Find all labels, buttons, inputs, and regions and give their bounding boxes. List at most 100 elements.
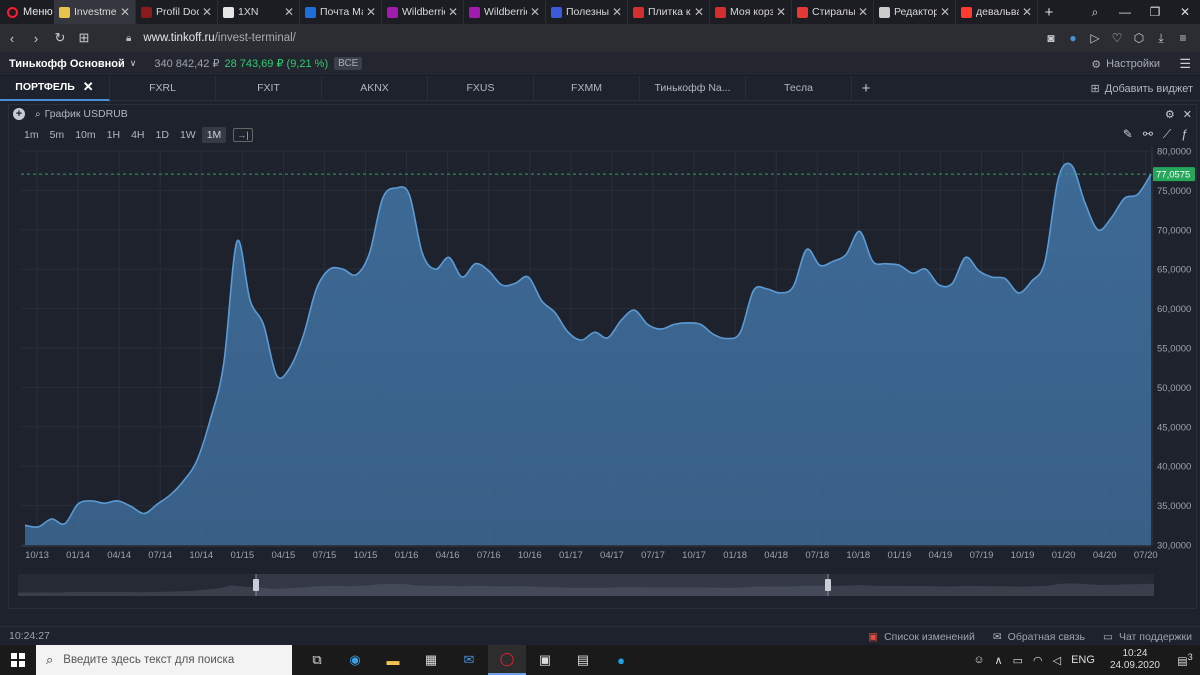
shield-icon[interactable]: ● xyxy=(1062,31,1084,45)
tab-favicon-icon xyxy=(797,6,808,18)
hamburger-menu-icon[interactable]: ☰ xyxy=(1179,52,1191,76)
browser-tab[interactable]: Investmen✕ xyxy=(54,0,136,24)
browser-tab[interactable]: Почта Ма ✕ xyxy=(300,0,382,24)
url-field[interactable]: 🔒︎ www.tinkoff.ru/invest-terminal/ xyxy=(126,32,296,44)
widget-tab[interactable]: AKNX xyxy=(322,75,428,101)
edge-icon[interactable]: ◉ xyxy=(336,645,374,675)
browser-tab[interactable]: Profil Doc ✕ xyxy=(136,0,218,24)
taskbar-clock[interactable]: 10:24 24.09.2020 xyxy=(1110,648,1160,672)
add-widget-icon: ⊞ xyxy=(1090,83,1100,95)
browser-tab-title: Моя корз xyxy=(730,6,773,18)
server-time: 10:24:27 xyxy=(9,630,50,642)
widget-tab[interactable]: FXIT xyxy=(216,75,322,101)
browser-tab[interactable]: Wildberrie ✕ xyxy=(464,0,546,24)
close-tab-icon[interactable]: ✕ xyxy=(366,5,376,19)
browser-tab-title: девальва xyxy=(976,6,1019,18)
x-tick-label: 07/19 xyxy=(970,550,994,561)
browser-tab[interactable]: Моя корз ✕ xyxy=(710,0,792,24)
people-icon[interactable]: ☺ xyxy=(973,654,984,666)
close-tab-icon[interactable]: ✕ xyxy=(940,5,950,19)
close-tab-icon[interactable]: ✕ xyxy=(83,79,94,95)
close-tab-icon[interactable]: ✕ xyxy=(776,5,786,19)
volume-icon[interactable]: ◁ xyxy=(1053,654,1061,667)
feedback-link[interactable]: ✉ Обратная связь xyxy=(993,631,1085,643)
heart-icon[interactable]: ♡ xyxy=(1106,31,1128,45)
close-window-icon[interactable]: ✕ xyxy=(1170,5,1200,19)
widget-tab[interactable]: FXMM xyxy=(534,75,640,101)
opera-app-icon[interactable]: ◯ xyxy=(488,645,526,675)
widget-tab-label: Тинькофф Na... xyxy=(654,82,731,94)
account-filter-badge[interactable]: ВСЕ xyxy=(334,57,363,70)
usdrub-chart[interactable]: 80,0000 75,0000 70,0000 65,0000 60,0000 55,00… xyxy=(9,105,1198,610)
x-tick-label: 07/14 xyxy=(148,550,172,561)
close-tab-icon[interactable]: ✕ xyxy=(202,5,212,19)
settings-button[interactable]: ⚙ Настройки xyxy=(1091,52,1160,76)
widget-tab[interactable]: FXUS xyxy=(428,75,534,101)
close-tab-icon[interactable]: ✕ xyxy=(120,5,130,19)
grid-icon[interactable]: ⊞ xyxy=(72,30,96,46)
tab-favicon-icon xyxy=(59,6,70,18)
widget-tab-label: FXMM xyxy=(571,82,602,94)
browser-tab[interactable]: Плитка кс✕ xyxy=(628,0,710,24)
account-selector[interactable]: Тинькофф Основной xyxy=(9,58,125,70)
browser-tab[interactable]: Полезные✕ xyxy=(546,0,628,24)
close-tab-icon[interactable]: ✕ xyxy=(694,5,704,19)
send-icon[interactable]: ▷ xyxy=(1084,31,1106,45)
computer-app-icon[interactable]: ▣ xyxy=(526,645,564,675)
skype-icon[interactable]: ● xyxy=(602,645,640,675)
browser-tab[interactable]: Wildberrie ✕ xyxy=(382,0,464,24)
tray-expand-icon[interactable]: ∧ xyxy=(995,654,1003,667)
file-explorer-icon[interactable]: ▬ xyxy=(374,645,412,675)
camera-icon[interactable]: ◙ xyxy=(1040,31,1062,45)
restore-icon[interactable]: ❐ xyxy=(1140,5,1170,19)
notification-center-icon[interactable]: ▤3 xyxy=(1170,652,1200,668)
navigator-left-handle[interactable] xyxy=(253,579,259,591)
close-tab-icon[interactable]: ✕ xyxy=(284,5,294,19)
close-tab-icon[interactable]: ✕ xyxy=(530,5,540,19)
settings-label: Настройки xyxy=(1106,58,1160,70)
browser-tab[interactable]: девальва ✕ xyxy=(956,0,1038,24)
taskbar-search[interactable]: ⌕ Введите здесь текст для поиска xyxy=(36,645,292,675)
mail-app-icon[interactable]: ✉ xyxy=(450,645,488,675)
new-tab-button[interactable]: + xyxy=(1038,4,1060,21)
close-tab-icon[interactable]: ✕ xyxy=(858,5,868,19)
add-widget-button[interactable]: ⊞ Добавить виджет xyxy=(1091,76,1193,101)
close-tab-icon[interactable]: ✕ xyxy=(1022,5,1032,19)
widget-tab[interactable]: FXRL xyxy=(110,75,216,101)
browser-tab[interactable]: 1XN ✕ xyxy=(218,0,300,24)
minimize-icon[interactable]: — xyxy=(1110,5,1140,19)
battery-icon[interactable]: ▭ xyxy=(1013,654,1023,667)
widget-tab[interactable]: Тесла xyxy=(746,75,852,101)
tab-favicon-icon xyxy=(387,6,398,18)
cube-icon[interactable]: ⬡ xyxy=(1128,31,1150,45)
search-tabs-icon[interactable]: ⌕ xyxy=(1080,5,1110,20)
add-tab-button[interactable]: + xyxy=(852,80,880,97)
chart-navigator[interactable] xyxy=(18,574,1154,596)
language-indicator[interactable]: ENG xyxy=(1071,654,1095,666)
close-tab-icon[interactable]: ✕ xyxy=(612,5,622,19)
store-icon[interactable]: ▦ xyxy=(412,645,450,675)
start-button[interactable] xyxy=(0,645,36,675)
reload-icon[interactable]: ↻ xyxy=(48,30,72,46)
close-tab-icon[interactable]: ✕ xyxy=(448,5,458,19)
opera-menu-button[interactable]: Меню xyxy=(0,0,54,24)
back-icon[interactable]: ‹ xyxy=(0,31,24,46)
widget-tab[interactable]: Тинькофф Na... xyxy=(640,75,746,101)
forward-icon[interactable]: › xyxy=(24,31,48,46)
calculator-icon[interactable]: ▤ xyxy=(564,645,602,675)
changelog-link[interactable]: ▣ Список изменений xyxy=(868,631,975,643)
x-tick-label: 10/15 xyxy=(354,550,378,561)
task-view-icon[interactable]: ⧉ xyxy=(298,645,336,675)
browser-tab[interactable]: Редактор ✕ xyxy=(874,0,956,24)
widget-tab[interactable]: ПОРТФЕЛЬ ✕ xyxy=(0,75,110,101)
easy-setup-icon[interactable]: ≡ xyxy=(1172,31,1194,45)
network-icon[interactable]: ◠ xyxy=(1033,654,1043,667)
support-chat-link[interactable]: ▭ Чат поддержки xyxy=(1103,631,1192,643)
search-icon: ⌕ xyxy=(46,652,54,667)
chevron-down-icon[interactable]: ∨ xyxy=(130,58,137,69)
navigator-right-handle[interactable] xyxy=(825,579,831,591)
browser-tab[interactable]: Стиральн ✕ xyxy=(792,0,874,24)
navigator-window[interactable] xyxy=(256,574,828,596)
download-icon[interactable]: ⤓ xyxy=(1150,31,1172,46)
address-bar: ‹ › ↻ ⊞ 🔒︎ www.tinkoff.ru/invest-termina… xyxy=(0,24,1200,52)
